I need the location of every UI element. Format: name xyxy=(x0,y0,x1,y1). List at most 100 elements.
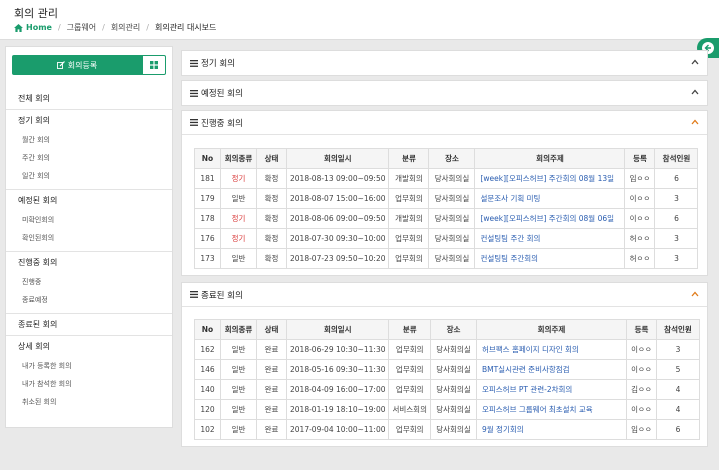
panel-header-regular[interactable]: 정기 회의 xyxy=(182,51,707,75)
column-header: 등록 xyxy=(624,148,656,169)
table-cell: 업무회의 xyxy=(388,228,430,249)
sidebar-item-3-1[interactable]: 종료예정 xyxy=(6,291,172,309)
table-row[interactable]: 179 일반 확정 2018-08-07 15:00~16:00 업무회의 당사회의실 설문… xyxy=(194,188,699,209)
meeting-subject-link[interactable]: 설문조사 기획 미팅 xyxy=(474,188,626,209)
column-header: 분류 xyxy=(388,148,430,169)
sidebar-group-0[interactable]: 전체 회의 xyxy=(6,87,172,109)
table-row[interactable]: 178 정기 확정 2018-08-06 09:00~09:50 개발회의 당사회의실 [w… xyxy=(194,208,699,229)
chevron-up-icon[interactable] xyxy=(691,89,699,95)
table-cell: 확정 xyxy=(256,188,287,209)
table-cell: 서비스회의 xyxy=(388,399,431,420)
table-row[interactable]: 140 일반 완료 2018-04-09 16:00~17:00 업무회의 당사회의실 오피… xyxy=(194,379,700,400)
table-row[interactable]: 181 정기 확정 2018-08-13 09:00~09:50 개발회의 당사회의실 [w… xyxy=(194,168,699,189)
table-row[interactable]: 146 일반 완료 2018-05-16 09:30~11:30 업무회의 당사회의실 BM… xyxy=(194,359,700,380)
table-cell: 당사회의실 xyxy=(429,419,477,440)
table-cell: 140 xyxy=(194,379,221,400)
table-cell: 개발회의 xyxy=(388,208,430,229)
breadcrumb-current: 회의관리 대시보드 xyxy=(154,23,217,32)
panel-header-ongoing[interactable]: 진행중 회의 xyxy=(182,111,707,135)
chevron-up-icon[interactable] xyxy=(691,119,699,125)
table-cell: 당사회의실 xyxy=(429,359,477,380)
page-title: 회의 관리 xyxy=(14,7,58,20)
sidebar-group-5[interactable]: 상세 회의 xyxy=(6,335,172,357)
sidebar-item-3-0[interactable]: 진행중 xyxy=(6,273,172,291)
table-cell: 이ㅇㅇ xyxy=(624,188,656,209)
table-cell: 146 xyxy=(194,359,221,380)
table-cell: 당사회의실 xyxy=(428,248,476,269)
panel-header-scheduled[interactable]: 예정된 회의 xyxy=(182,81,707,105)
meeting-subject-link[interactable]: 컨설팅팀 주간회의 xyxy=(474,248,626,269)
breadcrumb-groupware[interactable]: 그룹웨어 xyxy=(67,22,96,33)
chevron-up-icon[interactable] xyxy=(691,59,699,65)
meeting-subject-link[interactable]: [week][오피스허브] 주간회의 08월 13일 xyxy=(474,168,626,189)
table-cell: 업무회의 xyxy=(388,419,431,440)
table-cell: 120 xyxy=(194,399,221,420)
table-row[interactable]: 120 일반 완료 2018-01-19 18:10~19:00 서비스회의 당사회의실 오… xyxy=(194,399,700,420)
breadcrumb-meeting-management[interactable]: 회의관리 xyxy=(111,22,140,33)
meeting-subject-link[interactable]: BMT실시관련 준비사항점검 xyxy=(475,359,627,380)
breadcrumb-home[interactable]: Home xyxy=(14,23,52,32)
sidebar-group-3[interactable]: 진행중 회의 xyxy=(6,251,172,273)
table-cell: 2018-06-29 10:30~11:30 xyxy=(285,339,390,360)
meeting-subject-link[interactable]: 허브팩스 홈페이지 디자인 회의 xyxy=(475,339,627,360)
table-cell: 업무회의 xyxy=(388,248,430,269)
edit-icon xyxy=(56,61,65,69)
column-header: 회의일시 xyxy=(285,148,390,169)
meeting-subject-link[interactable]: 오피스허브 PT 관련-2차회의 xyxy=(475,379,627,400)
list-icon xyxy=(190,291,198,298)
sidebar-item-2-0[interactable]: 미확인회의 xyxy=(6,211,172,229)
table-cell: 완료 xyxy=(256,419,287,440)
table-cell: 6 xyxy=(654,168,699,189)
table-cell: 정기 xyxy=(220,208,257,229)
sidebar-item-2-1[interactable]: 확인된회의 xyxy=(6,229,172,247)
table-cell: 181 xyxy=(194,168,221,189)
sidebar-group-1[interactable]: 정기 회의 xyxy=(6,109,172,131)
table-cell: 당사회의실 xyxy=(429,399,477,420)
table-cell: 2017-09-04 10:00~11:00 xyxy=(285,419,390,440)
meeting-subject-link[interactable]: 컨설팅팀 주간 회의 xyxy=(474,228,626,249)
column-header: 장소 xyxy=(429,319,477,340)
table-cell: 일반 xyxy=(220,248,257,269)
table-row[interactable]: 102 일반 완료 2017-09-04 10:00~11:00 업무회의 당사회의실 9월… xyxy=(194,419,700,440)
chevron-up-icon[interactable] xyxy=(691,291,699,297)
meeting-subject-link[interactable]: 9월 정기회의 xyxy=(475,419,627,440)
sidebar-group-4[interactable]: 종료된 회의 xyxy=(6,313,172,335)
sidebar-item-5-0[interactable]: 내가 등록한 회의 xyxy=(6,357,172,375)
table-cell: 5 xyxy=(655,359,700,380)
column-header: 상태 xyxy=(256,148,287,169)
sidebar-item-1-2[interactable]: 일간 회의 xyxy=(6,167,172,185)
table-row[interactable]: 173 일반 확정 2018-07-23 09:50~10:20 업무회의 당사회의실 컨설… xyxy=(194,248,699,269)
table-cell: 2018-01-19 18:10~19:00 xyxy=(285,399,390,420)
table-header-row: No 회의종류 상태 회의일시 분류 장소 회의주제 등록 참석인원 xyxy=(194,319,700,340)
table-row[interactable]: 162 일반 완료 2018-06-29 10:30~11:30 업무회의 당사회의실 허브… xyxy=(194,339,700,360)
sidebar: 회의등록 전체 회의 정기 회의 월간 회의 주간 회의 일간 회의예정된 회의 미확인회… xyxy=(5,46,173,428)
table-cell: 176 xyxy=(194,228,221,249)
table-cell: 이ㅇㅇ xyxy=(625,339,657,360)
column-header: No xyxy=(194,148,221,169)
table-cell: 2018-07-23 09:50~10:20 xyxy=(285,248,390,269)
grid-view-button[interactable] xyxy=(142,55,166,75)
sidebar-item-1-0[interactable]: 월간 회의 xyxy=(6,131,172,149)
column-header: No xyxy=(194,319,221,340)
sidebar-group-2[interactable]: 예정된 회의 xyxy=(6,189,172,211)
sidebar-item-1-1[interactable]: 주간 회의 xyxy=(6,149,172,167)
table-cell: 정기 xyxy=(220,168,257,189)
table-row[interactable]: 176 정기 확정 2018-07-30 09:30~10:00 업무회의 당사회의실 컨설… xyxy=(194,228,699,249)
table-cell: 3 xyxy=(654,228,699,249)
table-cell: 당사회의실 xyxy=(428,228,476,249)
sidebar-item-5-2[interactable]: 취소된 회의 xyxy=(6,393,172,411)
column-header: 상태 xyxy=(256,319,287,340)
panel-header-finished[interactable]: 종료된 회의 xyxy=(182,283,707,307)
table-cell: 임ㅇㅇ xyxy=(625,419,657,440)
register-meeting-button[interactable]: 회의등록 xyxy=(12,55,142,75)
sidebar-item-5-1[interactable]: 내가 참석한 회의 xyxy=(6,375,172,393)
meeting-subject-link[interactable]: [week][오피스허브] 주간회의 08월 06일 xyxy=(474,208,626,229)
table-cell: 이ㅇㅇ xyxy=(625,399,657,420)
column-header: 분류 xyxy=(388,319,431,340)
meeting-subject-link[interactable]: 오피스허브 그룹웨어 최초설치 교육 xyxy=(475,399,627,420)
table-cell: 179 xyxy=(194,188,221,209)
list-icon xyxy=(190,59,198,67)
table-cell: 178 xyxy=(194,208,221,229)
breadcrumb-separator: / xyxy=(57,23,61,32)
column-header: 회의주제 xyxy=(475,319,627,340)
